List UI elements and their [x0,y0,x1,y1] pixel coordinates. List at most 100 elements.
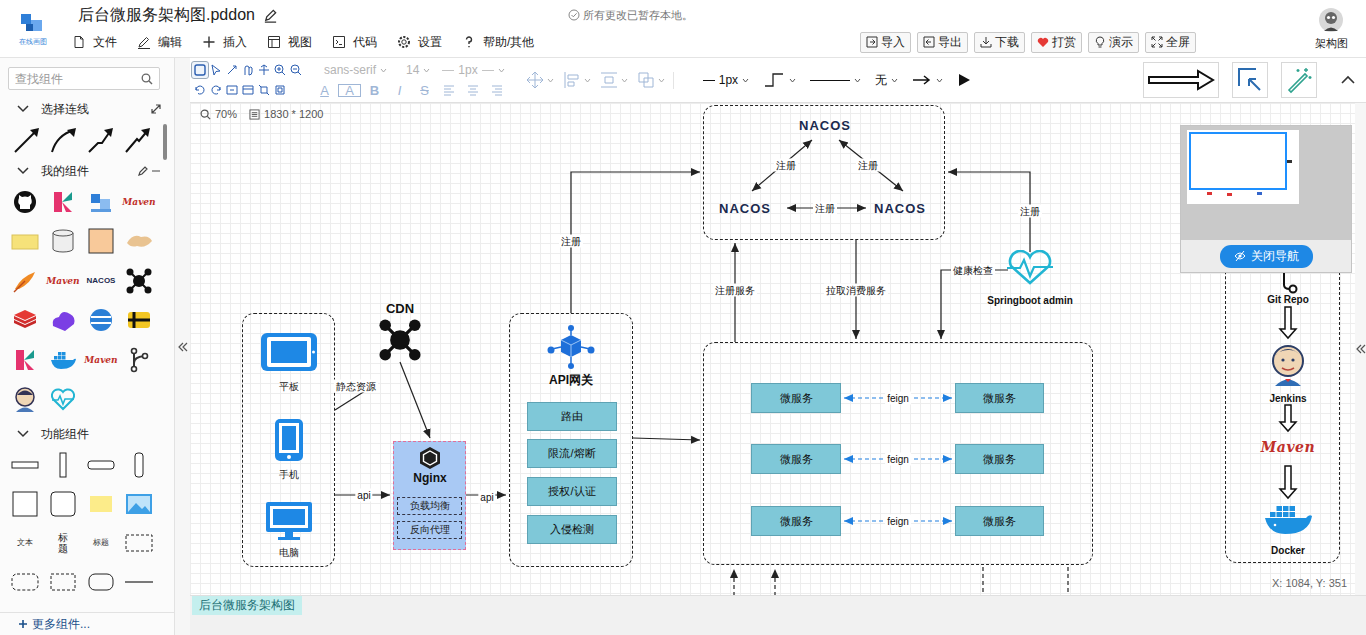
edge-label[interactable]: api [478,491,495,504]
shape-item[interactable] [120,562,158,601]
shape-item[interactable] [120,484,158,523]
right-panel-toggle[interactable] [1355,103,1366,595]
format-button[interactable]: B [362,83,387,98]
component-item[interactable] [120,340,158,380]
action-button[interactable]: 下载 [974,32,1025,53]
component-item[interactable] [82,301,120,341]
git-repo-icon[interactable] [1276,271,1300,295]
arrange-button[interactable] [599,70,628,90]
component-item[interactable] [82,222,120,262]
shape-item[interactable] [120,523,158,562]
connector-edge[interactable] [400,362,430,438]
component-item[interactable] [44,301,82,341]
arrow-start-select[interactable]: 无 [868,72,905,89]
connector-edge[interactable] [839,140,903,191]
connector-edge[interactable] [774,569,775,595]
edge-label[interactable]: 注册 [1018,205,1042,218]
shape-item[interactable]: 标题 [82,523,120,562]
gateway-feature[interactable]: 授权/认证 [527,477,617,506]
shape-item[interactable] [44,484,82,523]
phone-icon[interactable] [274,418,304,462]
component-item[interactable] [120,301,158,341]
component-item[interactable] [6,380,44,420]
tool-button[interactable] [256,62,272,78]
document-title[interactable]: 后台微服务架构图.pddon [78,5,255,26]
action-button[interactable]: 导出 [917,32,968,53]
connector-option-icon[interactable] [49,125,79,155]
more-components[interactable]: 更多组件... [0,612,174,635]
section-header[interactable]: 我的组件 [0,160,174,182]
tool-button[interactable] [192,82,208,98]
component-item[interactable] [120,261,158,301]
pipeline-arrow[interactable] [1280,405,1296,431]
shape-item[interactable] [6,445,44,484]
gateway-feature[interactable]: 入侵检测 [527,515,617,544]
microservice-node[interactable]: 微服务 [955,444,1044,474]
shape-item[interactable]: 标题 [44,523,82,562]
component-item[interactable]: Maven [120,182,158,222]
section-header[interactable]: 选择连线 [0,98,174,120]
component-item[interactable] [6,182,44,222]
connector-option-icon[interactable] [123,125,153,155]
sidebar-scrollbar[interactable] [163,124,167,160]
arrange-button[interactable] [636,70,665,90]
api-gateway-icon[interactable] [546,325,596,369]
jenkins-icon[interactable] [1268,343,1308,387]
tool-button[interactable] [208,82,224,98]
arrow-end-select[interactable] [905,74,950,86]
connector-edge[interactable] [1067,567,1068,595]
monitor-icon[interactable] [265,501,313,541]
connector-edge[interactable] [982,567,983,595]
connector-mode-button[interactable] [1143,62,1219,98]
section-header[interactable]: 功能组件 [0,423,174,445]
nacos-node[interactable]: NACOS [719,201,771,216]
microservice-node[interactable]: 微服务 [955,506,1044,536]
action-button[interactable]: 打赏 [1031,32,1082,53]
navigator-viewport[interactable] [1189,132,1287,190]
shape-item[interactable] [6,562,44,601]
menu-item[interactable]: 视图 [267,34,312,51]
menu-item[interactable]: 插入 [202,34,247,51]
component-item[interactable] [44,182,82,222]
cdn-network-icon[interactable] [377,317,423,363]
shape-item[interactable] [82,484,120,523]
edge-label[interactable]: 注册 [559,235,583,248]
connector-edge[interactable] [733,569,734,595]
connector-edge[interactable] [752,140,812,191]
connector-option-icon[interactable] [12,125,42,155]
component-item[interactable] [44,380,82,420]
arrange-button[interactable] [562,70,591,90]
edge-label[interactable]: 静态资源 [334,380,378,393]
edge-label[interactable]: 拉取消费服务 [824,284,888,297]
format-button[interactable]: I [387,83,412,98]
connector-edge[interactable] [633,438,700,440]
align-button[interactable] [485,82,509,98]
edge-label[interactable]: api [355,489,372,502]
text-stroke-select[interactable]: 1px [436,63,510,77]
maven-node[interactable]: Maven [1261,439,1315,455]
action-button[interactable]: 演示 [1088,32,1139,53]
gateway-feature[interactable]: 路由 [527,402,617,431]
microservice-node[interactable]: 微服务 [751,444,841,474]
gateway-feature[interactable]: 限流/熔断 [527,439,617,468]
tool-button[interactable] [224,82,240,98]
microservice-node[interactable]: 微服务 [751,506,841,536]
shape-item[interactable] [44,562,82,601]
tool-button[interactable] [240,62,256,78]
component-item[interactable] [6,222,44,262]
tool-button[interactable] [240,82,256,98]
edge-label[interactable]: 注册 [856,159,880,172]
component-item[interactable] [6,301,44,341]
action-button[interactable]: 全屏 [1145,32,1196,53]
pointer-mode-button[interactable] [1232,62,1268,98]
nginx-feature[interactable]: 反向代理 [397,521,462,539]
feign-label[interactable]: feign [885,453,911,466]
menu-item[interactable]: 文件 [72,34,117,51]
tablet-icon[interactable] [260,332,318,372]
search-input[interactable] [15,72,141,86]
component-item[interactable]: NACOS [82,261,120,301]
format-button[interactable]: A [337,83,362,98]
zoom-level[interactable]: 70% [215,108,237,120]
user-profile[interactable]: 架构图 [1296,0,1366,57]
page-tab[interactable]: 后台微服务架构图 [192,596,302,615]
